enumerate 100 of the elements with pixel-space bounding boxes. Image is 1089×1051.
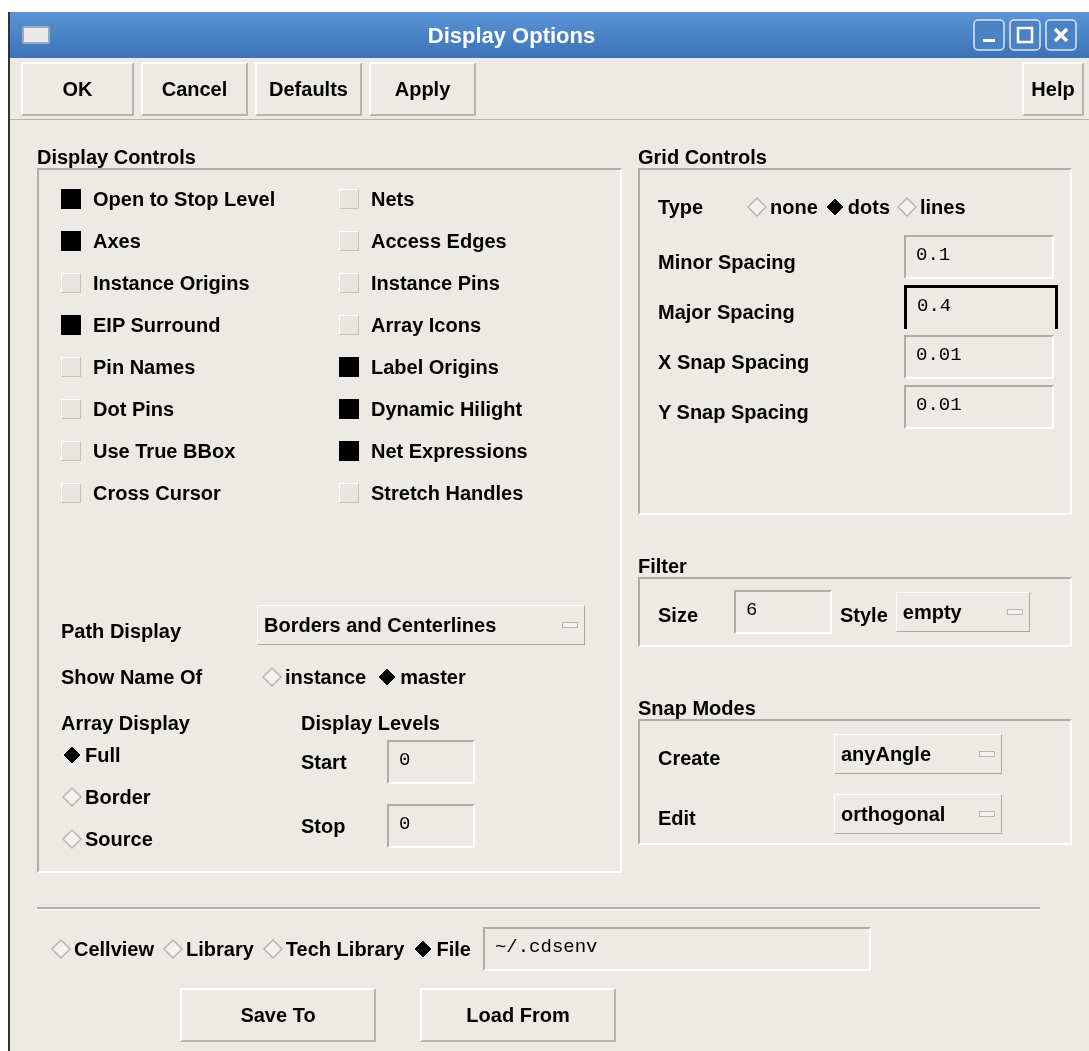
radio-unselected[interactable]: [50, 938, 72, 960]
radio-label: File: [436, 937, 471, 962]
button[interactable]: Load From: [420, 988, 616, 1042]
checkbox[interactable]: [61, 441, 81, 461]
checkbox[interactable]: [339, 441, 359, 461]
button[interactable]: Help: [1022, 61, 1084, 116]
field-label: Display Levels: [301, 711, 441, 734]
field-label: Path Display: [61, 619, 183, 644]
checkbox-label: Label Origins: [371, 355, 499, 380]
minimize-icon[interactable]: [973, 19, 1005, 51]
checkbox-label: Instance Pins: [371, 271, 500, 296]
section-title: Display Controls: [37, 145, 197, 168]
radio-label: Library: [186, 937, 254, 962]
checkbox[interactable]: [61, 399, 81, 419]
field-label: Style: [840, 603, 888, 628]
section-title: Grid Controls: [638, 145, 768, 168]
radio-selected[interactable]: [61, 744, 83, 766]
button[interactable]: OK: [21, 61, 134, 116]
checkbox[interactable]: [339, 357, 359, 377]
checkbox[interactable]: [61, 315, 81, 335]
close-icon[interactable]: [1045, 19, 1077, 51]
radio-label: instance: [285, 665, 367, 690]
checkbox-label: Array Icons: [371, 313, 482, 338]
checkbox-label: Net Expressions: [371, 439, 528, 464]
text-field[interactable]: 0: [387, 740, 475, 784]
checkbox[interactable]: [339, 315, 359, 335]
checkbox[interactable]: [61, 189, 81, 209]
text-field[interactable]: 0: [387, 804, 475, 848]
checkbox[interactable]: [339, 189, 359, 209]
field-label: Create: [658, 746, 722, 771]
field-label: Show Name Of: [61, 665, 204, 690]
dropdown-indicator-icon: [979, 751, 995, 757]
dropdown[interactable]: anyAngle: [834, 734, 1002, 774]
radio-selected[interactable]: [376, 666, 399, 688]
checkbox-label: Open to Stop Level: [93, 187, 276, 212]
checkbox[interactable]: [339, 483, 359, 503]
radio-label: dots: [847, 195, 890, 220]
checkbox-label: EIP Surround: [93, 313, 221, 338]
window-title: Display Options: [426, 21, 597, 50]
checkbox[interactable]: [339, 231, 359, 251]
text-field[interactable]: 6: [734, 590, 832, 634]
text-field[interactable]: ~/.cdsenv: [482, 927, 871, 971]
field-label: Array Display: [61, 711, 191, 734]
radio-unselected[interactable]: [61, 786, 83, 808]
checkbox-label: Instance Origins: [93, 271, 250, 296]
checkbox-label: Dot Pins: [93, 397, 175, 422]
radio-label: Tech Library: [285, 937, 405, 962]
radio-label: Cellview: [74, 937, 155, 962]
checkbox-label: Access Edges: [371, 229, 507, 254]
field-label: Y Snap Spacing: [658, 400, 809, 425]
checkbox[interactable]: [61, 231, 81, 251]
text-field[interactable]: 0.4: [904, 285, 1058, 329]
dropdown[interactable]: empty: [895, 592, 1030, 632]
checkbox-label: Stretch Handles: [371, 481, 524, 506]
radio-label: none: [770, 195, 818, 220]
window-menu-icon[interactable]: [22, 26, 50, 44]
checkbox-label: Pin Names: [93, 355, 196, 380]
radio-unselected[interactable]: [61, 828, 83, 850]
checkbox[interactable]: [61, 357, 81, 377]
button[interactable]: Apply: [369, 61, 476, 116]
text-field[interactable]: 0.01: [904, 335, 1054, 379]
dropdown[interactable]: orthogonal: [834, 794, 1002, 834]
section-title: Snap Modes: [638, 696, 757, 719]
checkbox-label: Cross Cursor: [93, 481, 221, 506]
dropdown-indicator-icon: [562, 622, 578, 628]
button[interactable]: Cancel: [141, 61, 248, 116]
radio-unselected[interactable]: [162, 938, 185, 960]
field-label: Start: [301, 750, 348, 775]
radio-selected[interactable]: [412, 938, 435, 960]
dropdown[interactable]: Borders and Centerlines: [257, 605, 585, 645]
field-label: X Snap Spacing: [658, 350, 810, 375]
field-label: Stop: [301, 814, 347, 839]
checkbox[interactable]: [61, 273, 81, 293]
maximize-icon[interactable]: [1009, 19, 1041, 51]
checkbox-label: Axes: [93, 229, 141, 254]
field-label: Minor Spacing: [658, 250, 796, 275]
checkbox[interactable]: [339, 273, 359, 293]
radio-unselected[interactable]: [261, 666, 283, 688]
button[interactable]: Save To: [180, 988, 376, 1042]
field-label: Edit: [658, 806, 697, 831]
checkbox-label: Use True BBox: [93, 439, 236, 464]
radio-unselected[interactable]: [746, 196, 768, 218]
field-label: Type: [658, 195, 705, 220]
radio-selected[interactable]: [823, 196, 846, 218]
checkbox[interactable]: [339, 399, 359, 419]
section-title: Filter: [638, 554, 688, 577]
field-label: Major Spacing: [658, 300, 795, 325]
radio-unselected[interactable]: [896, 196, 918, 218]
text-field[interactable]: 0.1: [904, 235, 1054, 279]
text-field[interactable]: 0.01: [904, 385, 1054, 429]
checkbox-label: Nets: [371, 187, 415, 212]
button[interactable]: Defaults: [255, 61, 362, 116]
radio-unselected[interactable]: [261, 938, 284, 960]
checkbox-label: Dynamic Hilight: [371, 397, 523, 422]
radio-label: Source: [85, 827, 153, 852]
radio-label: Border: [85, 785, 151, 810]
radio-label: Full: [85, 743, 121, 768]
radio-label: lines: [920, 195, 966, 220]
dropdown-indicator-icon: [1006, 609, 1023, 615]
checkbox[interactable]: [61, 483, 81, 503]
